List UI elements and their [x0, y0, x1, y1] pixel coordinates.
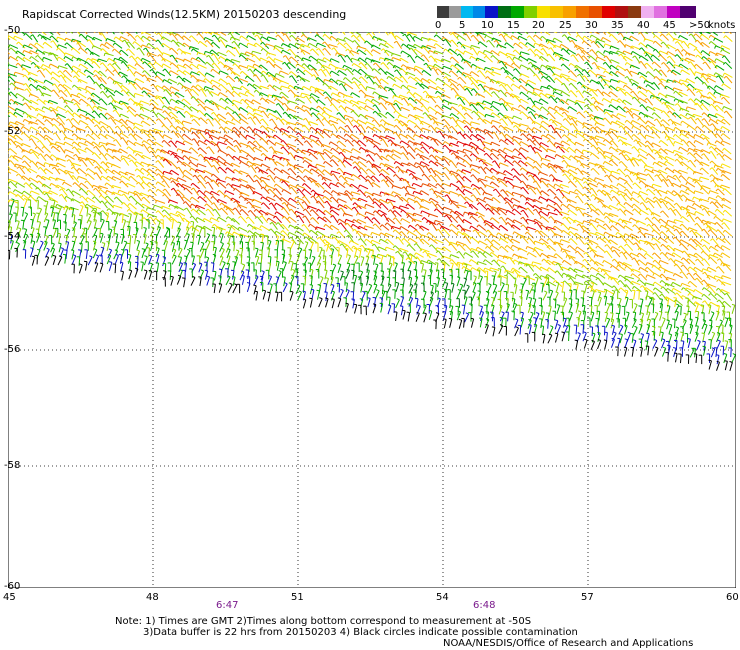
legend-swatch	[473, 6, 485, 18]
legend-swatch	[615, 6, 628, 18]
wind-barb-tick	[98, 142, 101, 146]
legend-swatch	[485, 6, 498, 18]
legend-swatch	[437, 6, 449, 18]
legend-swatch	[576, 6, 589, 18]
legend-label: 20	[532, 20, 545, 31]
legend-label: 25	[559, 20, 572, 31]
legend-swatch	[498, 6, 511, 18]
legend-label: 0	[435, 20, 442, 31]
legend-swatch	[628, 6, 641, 18]
legend-swatch	[641, 6, 654, 18]
legend-swatch	[449, 6, 461, 18]
legend-label: 15	[507, 20, 520, 31]
legend-label: 35	[611, 20, 624, 31]
legend-label: 40	[637, 20, 650, 31]
legend-label: >50	[689, 20, 711, 31]
legend-swatch	[524, 6, 537, 18]
legend-label: 45	[663, 20, 676, 31]
legend-swatch	[537, 6, 550, 18]
legend-swatch	[461, 6, 473, 18]
legend-swatch	[589, 6, 602, 18]
legend-swatch	[680, 6, 696, 18]
legend-swatch	[667, 6, 680, 18]
legend-swatch	[563, 6, 576, 18]
legend-swatch	[550, 6, 563, 18]
wind-barb-tick	[512, 185, 515, 189]
wind-barb-tick	[155, 95, 157, 99]
legend-swatch	[511, 6, 524, 18]
wind-barb-tick	[378, 95, 380, 99]
wind-barb-map	[8, 32, 736, 588]
wind-barb-tick	[545, 93, 547, 97]
legend-label: 5	[459, 20, 466, 31]
wind-speed-legend: 0 5 10 15 20 25 30 35 40 45 >50 knots	[0, 0, 740, 32]
legend-units: knots	[708, 20, 736, 31]
legend-label: 10	[481, 20, 494, 31]
wind-barb-tick	[42, 191, 45, 195]
legend-label: 30	[585, 20, 598, 31]
legend-swatch	[654, 6, 667, 18]
legend-swatch	[602, 6, 615, 18]
